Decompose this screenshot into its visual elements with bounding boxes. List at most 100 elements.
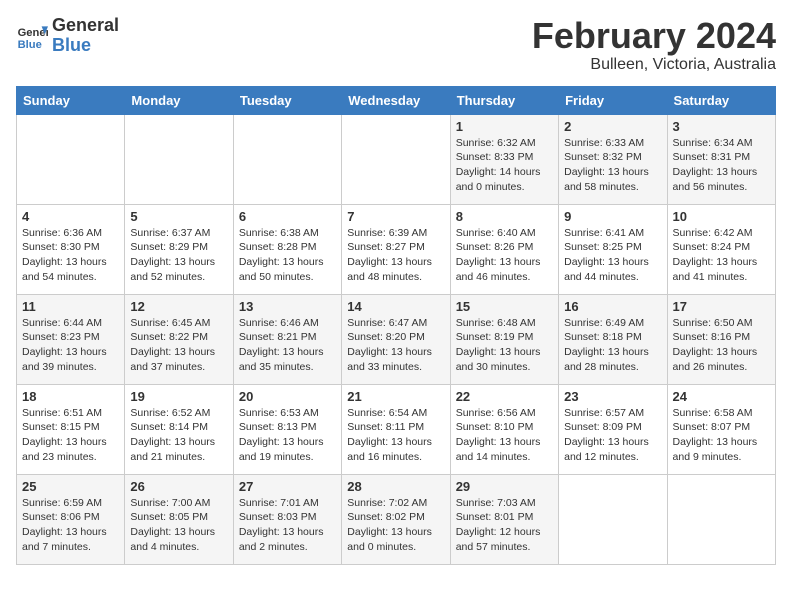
calendar-cell: 14 Sunrise: 6:47 AMSunset: 8:20 PMDayligh… [342, 294, 450, 384]
day-number: 4 [22, 209, 119, 224]
day-info: Sunrise: 7:03 AMSunset: 8:01 PMDaylight:… [456, 496, 553, 555]
calendar-cell: 26 Sunrise: 7:00 AMSunset: 8:05 PMDayligh… [125, 474, 233, 564]
day-info: Sunrise: 6:53 AMSunset: 8:13 PMDaylight:… [239, 406, 336, 465]
weekday-header-thursday: Thursday [450, 86, 558, 114]
calendar-week-4: 18 Sunrise: 6:51 AMSunset: 8:15 PMDayligh… [17, 384, 776, 474]
calendar-week-3: 11 Sunrise: 6:44 AMSunset: 8:23 PMDayligh… [17, 294, 776, 384]
calendar-cell: 22 Sunrise: 6:56 AMSunset: 8:10 PMDayligh… [450, 384, 558, 474]
day-info: Sunrise: 6:54 AMSunset: 8:11 PMDaylight:… [347, 406, 444, 465]
weekday-header-tuesday: Tuesday [233, 86, 341, 114]
logo-text: General Blue [52, 16, 119, 56]
day-info: Sunrise: 7:01 AMSunset: 8:03 PMDaylight:… [239, 496, 336, 555]
calendar-cell: 16 Sunrise: 6:49 AMSunset: 8:18 PMDayligh… [559, 294, 667, 384]
day-info: Sunrise: 6:37 AMSunset: 8:29 PMDaylight:… [130, 226, 227, 285]
calendar-cell: 1 Sunrise: 6:32 AMSunset: 8:33 PMDaylight… [450, 114, 558, 204]
day-info: Sunrise: 6:50 AMSunset: 8:16 PMDaylight:… [673, 316, 770, 375]
day-number: 29 [456, 479, 553, 494]
day-number: 10 [673, 209, 770, 224]
calendar-cell: 18 Sunrise: 6:51 AMSunset: 8:15 PMDayligh… [17, 384, 125, 474]
calendar-cell: 21 Sunrise: 6:54 AMSunset: 8:11 PMDayligh… [342, 384, 450, 474]
day-info: Sunrise: 6:51 AMSunset: 8:15 PMDaylight:… [22, 406, 119, 465]
day-number: 14 [347, 299, 444, 314]
day-number: 18 [22, 389, 119, 404]
day-number: 8 [456, 209, 553, 224]
day-number: 3 [673, 119, 770, 134]
calendar-week-2: 4 Sunrise: 6:36 AMSunset: 8:30 PMDaylight… [17, 204, 776, 294]
day-info: Sunrise: 6:56 AMSunset: 8:10 PMDaylight:… [456, 406, 553, 465]
calendar-cell: 20 Sunrise: 6:53 AMSunset: 8:13 PMDayligh… [233, 384, 341, 474]
calendar-cell: 11 Sunrise: 6:44 AMSunset: 8:23 PMDayligh… [17, 294, 125, 384]
calendar-cell: 6 Sunrise: 6:38 AMSunset: 8:28 PMDaylight… [233, 204, 341, 294]
day-number: 17 [673, 299, 770, 314]
weekday-header-friday: Friday [559, 86, 667, 114]
weekday-header-sunday: Sunday [17, 86, 125, 114]
calendar-cell: 17 Sunrise: 6:50 AMSunset: 8:16 PMDayligh… [667, 294, 775, 384]
day-number: 6 [239, 209, 336, 224]
calendar-cell: 7Sunrise: 6:39 AMSunset: 8:27 PMDaylight… [342, 204, 450, 294]
day-info: Sunrise: 6:44 AMSunset: 8:23 PMDaylight:… [22, 316, 119, 375]
calendar-cell [667, 474, 775, 564]
day-info: Sunrise: 6:36 AMSunset: 8:30 PMDaylight:… [22, 226, 119, 285]
calendar-cell [17, 114, 125, 204]
day-number: 26 [130, 479, 227, 494]
day-number: 24 [673, 389, 770, 404]
calendar-cell: 29 Sunrise: 7:03 AMSunset: 8:01 PMDayligh… [450, 474, 558, 564]
calendar-cell [342, 114, 450, 204]
day-number: 12 [130, 299, 227, 314]
page-header: General Blue General Blue February 2024 … [16, 16, 776, 74]
calendar-cell: 15 Sunrise: 6:48 AMSunset: 8:19 PMDayligh… [450, 294, 558, 384]
calendar-cell: 8 Sunrise: 6:40 AMSunset: 8:26 PMDaylight… [450, 204, 558, 294]
day-info: Sunrise: 6:33 AMSunset: 8:32 PMDaylight:… [564, 136, 661, 195]
calendar-cell: 2 Sunrise: 6:33 AMSunset: 8:32 PMDaylight… [559, 114, 667, 204]
calendar-cell: 12 Sunrise: 6:45 AMSunset: 8:22 PMDayligh… [125, 294, 233, 384]
weekday-header-saturday: Saturday [667, 86, 775, 114]
day-number: 2 [564, 119, 661, 134]
title-block: February 2024 Bulleen, Victoria, Austral… [532, 16, 776, 74]
calendar-cell: 13 Sunrise: 6:46 AMSunset: 8:21 PMDayligh… [233, 294, 341, 384]
day-info: Sunrise: 6:59 AMSunset: 8:06 PMDaylight:… [22, 496, 119, 555]
calendar-table: SundayMondayTuesdayWednesdayThursdayFrid… [16, 86, 776, 565]
calendar-cell: 3Sunrise: 6:34 AMSunset: 8:31 PMDaylight… [667, 114, 775, 204]
calendar-week-1: 1 Sunrise: 6:32 AMSunset: 8:33 PMDaylight… [17, 114, 776, 204]
calendar-cell: 25Sunrise: 6:59 AMSunset: 8:06 PMDayligh… [17, 474, 125, 564]
weekday-header-row: SundayMondayTuesdayWednesdayThursdayFrid… [17, 86, 776, 114]
calendar-cell: 23Sunrise: 6:57 AMSunset: 8:09 PMDayligh… [559, 384, 667, 474]
day-number: 11 [22, 299, 119, 314]
day-number: 16 [564, 299, 661, 314]
day-info: Sunrise: 6:38 AMSunset: 8:28 PMDaylight:… [239, 226, 336, 285]
day-info: Sunrise: 6:58 AMSunset: 8:07 PMDaylight:… [673, 406, 770, 465]
day-info: Sunrise: 6:46 AMSunset: 8:21 PMDaylight:… [239, 316, 336, 375]
calendar-cell [233, 114, 341, 204]
day-number: 13 [239, 299, 336, 314]
day-number: 9 [564, 209, 661, 224]
calendar-cell: 19 Sunrise: 6:52 AMSunset: 8:14 PMDayligh… [125, 384, 233, 474]
day-info: Sunrise: 7:00 AMSunset: 8:05 PMDaylight:… [130, 496, 227, 555]
location-title: Bulleen, Victoria, Australia [532, 56, 776, 74]
calendar-cell: 9Sunrise: 6:41 AMSunset: 8:25 PMDaylight… [559, 204, 667, 294]
day-info: Sunrise: 6:40 AMSunset: 8:26 PMDaylight:… [456, 226, 553, 285]
day-number: 28 [347, 479, 444, 494]
day-number: 1 [456, 119, 553, 134]
day-number: 19 [130, 389, 227, 404]
day-info: Sunrise: 7:02 AMSunset: 8:02 PMDaylight:… [347, 496, 444, 555]
day-info: Sunrise: 6:42 AMSunset: 8:24 PMDaylight:… [673, 226, 770, 285]
day-number: 22 [456, 389, 553, 404]
day-info: Sunrise: 6:47 AMSunset: 8:20 PMDaylight:… [347, 316, 444, 375]
calendar-cell [125, 114, 233, 204]
calendar-cell: 24 Sunrise: 6:58 AMSunset: 8:07 PMDayligh… [667, 384, 775, 474]
day-info: Sunrise: 6:52 AMSunset: 8:14 PMDaylight:… [130, 406, 227, 465]
day-number: 7 [347, 209, 444, 224]
calendar-cell: 28 Sunrise: 7:02 AMSunset: 8:02 PMDayligh… [342, 474, 450, 564]
day-number: 15 [456, 299, 553, 314]
day-number: 21 [347, 389, 444, 404]
day-info: Sunrise: 6:49 AMSunset: 8:18 PMDaylight:… [564, 316, 661, 375]
day-number: 5 [130, 209, 227, 224]
day-info: Sunrise: 6:45 AMSunset: 8:22 PMDaylight:… [130, 316, 227, 375]
day-info: Sunrise: 6:48 AMSunset: 8:19 PMDaylight:… [456, 316, 553, 375]
day-info: Sunrise: 6:32 AMSunset: 8:33 PMDaylight:… [456, 136, 553, 195]
calendar-cell: 4 Sunrise: 6:36 AMSunset: 8:30 PMDaylight… [17, 204, 125, 294]
calendar-week-5: 25Sunrise: 6:59 AMSunset: 8:06 PMDayligh… [17, 474, 776, 564]
svg-text:Blue: Blue [18, 39, 42, 51]
day-number: 20 [239, 389, 336, 404]
calendar-cell: 10 Sunrise: 6:42 AMSunset: 8:24 PMDayligh… [667, 204, 775, 294]
